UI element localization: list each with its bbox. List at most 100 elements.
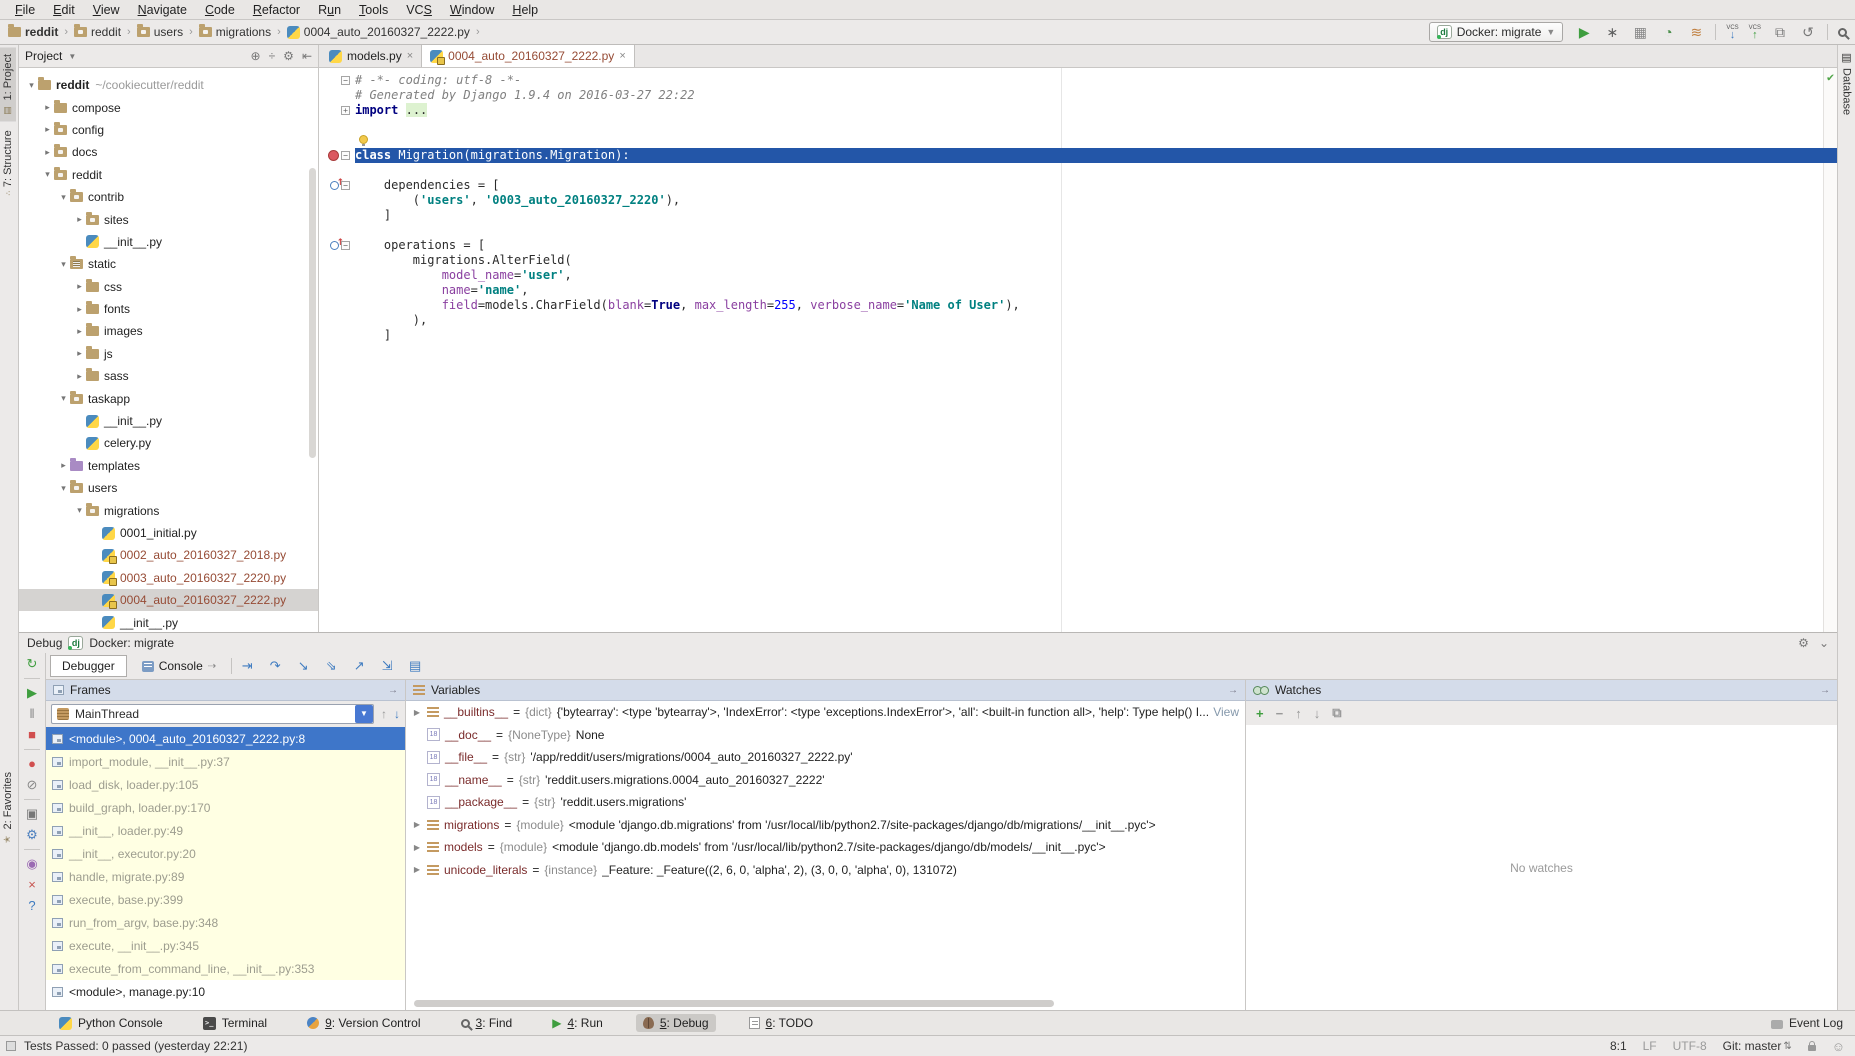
hide-icon[interactable]: ⇤	[302, 49, 312, 63]
tree-expand-arrow[interactable]: ▸	[57, 460, 70, 471]
tree-item-config[interactable]: ▸config	[19, 119, 318, 141]
variable-row[interactable]: 18__name__ = {str} 'reddit.users.migrati…	[406, 769, 1245, 792]
tree-expand-arrow[interactable]: ▸	[73, 281, 86, 292]
tree-item-__init__-py[interactable]: __init__.py	[19, 611, 318, 632]
settings-button[interactable]: ⚙	[26, 828, 38, 842]
menu-code[interactable]: Code	[196, 3, 244, 17]
tree-item-templates[interactable]: ▸templates	[19, 455, 318, 477]
tree-item-reddit[interactable]: ▾reddit	[19, 164, 318, 186]
variable-row[interactable]: ▶unicode_literals = {instance} _Feature:…	[406, 859, 1245, 882]
restore-layout-button[interactable]: ▣	[26, 807, 38, 821]
code-line[interactable]: − dependencies = [	[319, 178, 1837, 193]
menu-file[interactable]: File	[6, 3, 44, 17]
tree-expand-arrow[interactable]: ▸	[73, 214, 86, 225]
lock-icon[interactable]	[1808, 1045, 1816, 1051]
frame-row[interactable]: execute, base.py:399	[46, 888, 405, 911]
menu-help[interactable]: Help	[503, 3, 547, 17]
menu-tools[interactable]: Tools	[350, 3, 397, 17]
caret-position[interactable]: 8:1	[1610, 1039, 1627, 1053]
previous-frame-button[interactable]: ↑	[381, 707, 387, 721]
breadcrumb-item[interactable]: migrations	[197, 24, 273, 40]
frame-row[interactable]: __init__, executor.py:20	[46, 842, 405, 865]
tree-item-js[interactable]: ▸js	[19, 343, 318, 365]
debug-button[interactable]: ∗	[1603, 24, 1621, 40]
editor-body[interactable]: ✔ −# -*- coding: utf-8 -*-# Generated by…	[319, 68, 1837, 632]
mute-breakpoints-button[interactable]: ⊘	[27, 778, 38, 792]
code-line[interactable]: migrations.AlterField(	[319, 253, 1837, 268]
tree-expand-arrow[interactable]: ▸	[41, 102, 54, 113]
code-line[interactable]	[319, 133, 1837, 148]
variable-expand-arrow[interactable]: ▶	[412, 865, 422, 874]
variable-row[interactable]: ▶models = {module} <module 'django.db.mo…	[406, 836, 1245, 859]
tree-expand-arrow[interactable]: ▸	[41, 147, 54, 158]
tree-item-docs[interactable]: ▸docs	[19, 141, 318, 163]
tree-item-celery-py[interactable]: celery.py	[19, 432, 318, 454]
code-line[interactable]	[319, 118, 1837, 133]
pin-button[interactable]: ◉	[26, 857, 37, 871]
close-button[interactable]: ×	[28, 878, 36, 892]
toolwindow-button-9-version-control[interactable]: 9: Version Control	[300, 1014, 427, 1032]
stripe-item-database[interactable]: ▤Database	[1838, 45, 1855, 121]
run-with-coverage-button[interactable]: ▦	[1631, 24, 1649, 40]
remove-watch-button[interactable]: −	[1276, 706, 1284, 721]
code-line[interactable]: +import ...	[319, 103, 1837, 118]
variable-row[interactable]: 18__doc__ = {NoneType} None	[406, 724, 1245, 747]
menu-view[interactable]: View	[84, 3, 129, 17]
move-watch-up-button[interactable]: ↑	[1295, 706, 1302, 721]
vcs-branch[interactable]: Git: master	[1723, 1039, 1782, 1053]
variable-expand-arrow[interactable]: ▶	[412, 708, 422, 717]
breadcrumb-item[interactable]: reddit	[6, 24, 60, 40]
tree-item-0001_initial-py[interactable]: 0001_initial.py	[19, 522, 318, 544]
evaluate-expression-button[interactable]: ▤	[404, 658, 426, 674]
toolwindow-button-3-find[interactable]: 3: Find	[454, 1014, 520, 1032]
menu-navigate[interactable]: Navigate	[129, 3, 196, 17]
tree-expand-arrow[interactable]: ▾	[25, 80, 38, 91]
code-line[interactable]: ]	[319, 328, 1837, 343]
duplicate-watch-button[interactable]: ⧉	[1332, 705, 1341, 721]
tree-item-css[interactable]: ▸css	[19, 276, 318, 298]
variable-row[interactable]: 18__package__ = {str} 'reddit.users.migr…	[406, 791, 1245, 814]
frame-row[interactable]: run_from_argv, base.py:348	[46, 911, 405, 934]
fold-collapse-icon[interactable]: −	[341, 151, 350, 160]
tree-expand-arrow[interactable]: ▸	[73, 348, 86, 359]
tree-item-__init__-py[interactable]: __init__.py	[19, 410, 318, 432]
tree-item-images[interactable]: ▸images	[19, 320, 318, 342]
vcs-commit-button[interactable]: VCS↑	[1749, 25, 1761, 39]
tree-item-migrations[interactable]: ▾migrations	[19, 499, 318, 521]
tree-item-reddit[interactable]: ▾reddit~/cookiecutter/reddit	[19, 74, 318, 96]
move-watch-down-button[interactable]: ↓	[1314, 706, 1321, 721]
view-breakpoints-button[interactable]: ●	[28, 757, 36, 771]
menu-window[interactable]: Window	[441, 3, 503, 17]
run-configuration-select[interactable]: dj Docker: migrate ▼	[1429, 22, 1564, 42]
tree-item-fonts[interactable]: ▸fonts	[19, 298, 318, 320]
project-scrollbar[interactable]	[309, 168, 316, 458]
pause-button[interactable]: ‖	[29, 707, 34, 721]
tree-expand-arrow[interactable]: ▸	[73, 326, 86, 337]
tree-item-0003_auto_20160327_2220-py[interactable]: 0003_auto_20160327_2220.py	[19, 567, 318, 589]
rerun-button[interactable]: ↻	[27, 657, 38, 671]
horizontal-scrollbar[interactable]	[414, 1000, 1054, 1007]
tab-debugger[interactable]: Debugger	[50, 655, 127, 677]
toolwindow-switcher-icon[interactable]	[6, 1041, 16, 1051]
variable-row[interactable]: ▶__builtins__ = {dict} {'bytearray': <ty…	[406, 701, 1245, 724]
tree-expand-arrow[interactable]: ▸	[73, 304, 86, 315]
settings-icon[interactable]: ⚙	[1798, 636, 1809, 650]
variable-row[interactable]: 18__file__ = {str} '/app/reddit/users/mi…	[406, 746, 1245, 769]
float-panel-icon[interactable]: →	[1228, 685, 1238, 696]
view-value-link[interactable]: View	[1213, 705, 1239, 719]
frame-row[interactable]: <module>, manage.py:10	[46, 980, 405, 1003]
code-line[interactable]: ]	[319, 208, 1837, 223]
event-log-button[interactable]: Event Log	[1771, 1016, 1843, 1030]
frame-row[interactable]: build_graph, loader.py:170	[46, 796, 405, 819]
code-line[interactable]: name='name',	[319, 283, 1837, 298]
stripe-item-1-project[interactable]: ▤1: Project	[0, 47, 16, 121]
frame-row[interactable]: __init__, loader.py:49	[46, 819, 405, 842]
code-line[interactable]	[319, 223, 1837, 238]
override-marker-icon[interactable]	[330, 181, 339, 190]
tree-expand-arrow[interactable]: ▾	[57, 393, 70, 404]
line-ending-indicator[interactable]: LF	[1643, 1039, 1657, 1053]
variable-expand-arrow[interactable]: ▶	[412, 820, 422, 829]
step-out-button[interactable]: ↗	[348, 658, 370, 674]
toolwindow-button-6-todo[interactable]: 6: TODO	[742, 1014, 821, 1032]
variable-expand-arrow[interactable]: ▶	[412, 843, 422, 852]
